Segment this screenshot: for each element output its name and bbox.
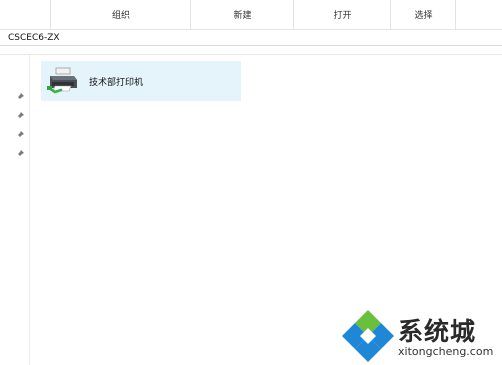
- navigation-pane: [0, 55, 30, 365]
- printer-label: 技术部打印机: [89, 77, 144, 88]
- pin-icon[interactable]: [14, 110, 26, 122]
- address-bar[interactable]: CSCEC6-ZX: [0, 30, 502, 46]
- pin-icon[interactable]: [14, 148, 26, 160]
- ribbon-group-open[interactable]: 打开: [293, 0, 391, 29]
- address-path: CSCEC6-ZX: [8, 32, 60, 43]
- ribbon-group-label: 新建: [233, 11, 252, 21]
- pin-icon[interactable]: [14, 91, 26, 103]
- watermark-logo-icon: [342, 310, 394, 362]
- printer-icon: [47, 67, 77, 94]
- ribbon-group-label: 选择: [414, 11, 433, 21]
- ribbon-group-select[interactable]: 选择: [390, 0, 456, 29]
- watermark-brand: 系统城: [398, 317, 477, 346]
- ribbon-group-label: 组织: [111, 11, 130, 21]
- ribbon-group-organize[interactable]: 组织: [50, 0, 191, 29]
- pin-icon[interactable]: [14, 129, 26, 141]
- watermark: 系统城 xitongcheng.com: [340, 308, 502, 365]
- watermark-url: xitongcheng.com: [398, 345, 494, 358]
- printer-item[interactable]: 技术部打印机: [41, 61, 241, 101]
- ribbon-group-new[interactable]: 新建: [190, 0, 294, 29]
- ribbon: 组织 新建 打开 选择: [0, 0, 502, 30]
- ribbon-group-label: 打开: [333, 11, 352, 21]
- ribbon-group-empty: [455, 0, 502, 29]
